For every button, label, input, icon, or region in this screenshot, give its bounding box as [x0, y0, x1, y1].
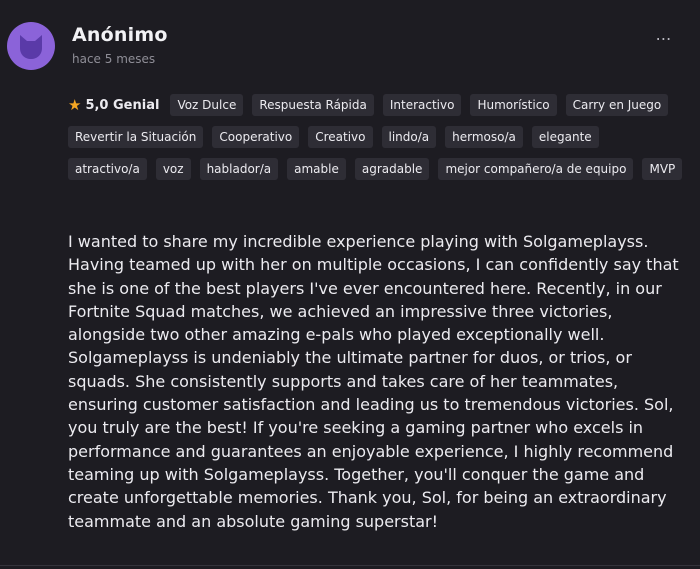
tag-chip: Humorístico [470, 94, 557, 116]
avatar[interactable] [7, 22, 55, 70]
tag-chip: Carry en Juego [565, 94, 669, 116]
tag-chip: hermoso/a [445, 126, 523, 148]
tag-chip: amable [287, 158, 346, 180]
tag-chip: Voz Dulce [170, 94, 244, 116]
more-options-icon[interactable]: ⋯ [650, 26, 678, 50]
star-icon: ★ [68, 95, 82, 114]
tag-chip: mejor compañero/a de equipo [438, 158, 634, 180]
divider [0, 565, 700, 566]
tag-chip: voz [155, 158, 191, 180]
review-timestamp: hace 5 meses [72, 52, 156, 66]
rating: ★ 5,0 Genial [68, 94, 159, 116]
author-name: Anónimo [72, 24, 168, 46]
tag-chip: hablador/a [199, 158, 279, 180]
tag-chip: agradable [354, 158, 430, 180]
review-card: Anónimo hace 5 meses ⋯ ★ 5,0 Genial Voz … [0, 0, 700, 569]
cat-icon [20, 35, 42, 59]
tag-chip: atractivo/a [68, 158, 147, 180]
review-text: I wanted to share my incredible experien… [68, 232, 679, 531]
tag-chip: MVP [642, 158, 683, 180]
rating-label: 5,0 Genial [85, 97, 160, 113]
tag-chip: Cooperativo [212, 126, 300, 148]
tag-chip: Respuesta Rápida [252, 94, 374, 116]
tag-chip: Creativo [308, 126, 373, 148]
tag-chip: elegante [531, 126, 599, 148]
tag-chip: Revertir la Situación [68, 126, 204, 148]
tag-list: ★ 5,0 Genial Voz Dulce Respuesta Rápida In… [68, 94, 686, 180]
tag-chip: Interactivo [382, 94, 462, 116]
tag-chip: lindo/a [381, 126, 437, 148]
